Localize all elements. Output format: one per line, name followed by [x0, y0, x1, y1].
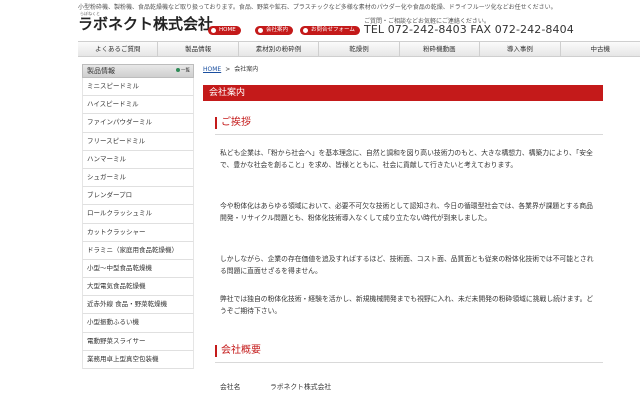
main-content: HOME > 会社案内 会社案内 ご挨拶 私ども企業は、「粉から社会へ」を基本理念に…	[203, 64, 603, 363]
sidebar-item[interactable]: ファインパウダーミル	[82, 114, 194, 133]
overview-divider	[215, 362, 603, 363]
sidebar-item[interactable]: 業務用卓上型真空包装機	[82, 350, 194, 369]
sidebar-item[interactable]: フリースピードミル	[82, 132, 194, 151]
greeting-heading: ご挨拶	[215, 117, 251, 129]
header-tagline: 小型粉砕機、製粉機、食品乾燥機など取り扱っております。食品、野菜や鉱石、プラスチ…	[78, 4, 557, 11]
sidebar: 製品情報 一覧 ミニスピードミル ハイスピードミル ファインパウダーミル フリー…	[82, 64, 194, 369]
sidebar-item[interactable]: ロールクラッシュミル	[82, 205, 194, 224]
sidebar-item[interactable]: カットクラッシャー	[82, 223, 194, 242]
mail-icon	[303, 28, 308, 33]
home-button-label: HOME	[219, 27, 236, 33]
greeting-paragraph: 私ども企業は、「粉から社会へ」を基本理念に、自然と調和を図り高い技術力のもと、大…	[220, 149, 593, 170]
sidebar-item[interactable]: 電動野菜スライサー	[82, 332, 194, 351]
nav-item-products[interactable]: 製品情報	[158, 42, 239, 56]
overview-row: 会社名 ラボネクト株式会社	[220, 381, 598, 391]
overview-value: ラボネクト株式会社	[270, 383, 332, 391]
list-dot-icon	[176, 68, 180, 72]
home-icon	[211, 28, 216, 33]
contact-form-button[interactable]: お問合せフォーム	[300, 26, 360, 35]
breadcrumb-separator: >	[225, 66, 231, 73]
breadcrumb-current: 会社案内	[234, 66, 259, 73]
breadcrumb: HOME > 会社案内	[203, 64, 603, 74]
nav-item-used-machines[interactable]: 中古機	[561, 42, 640, 56]
global-nav: よくあるご質問 製品情報 素材別の粉砕例 乾燥例 粉砕機動画 導入事例 中古機	[78, 41, 640, 57]
sidebar-item[interactable]: シュガーミル	[82, 168, 194, 188]
sidebar-item[interactable]: ミニスピードミル	[82, 78, 194, 97]
building-icon	[258, 28, 263, 33]
overview-label: 会社名	[220, 383, 241, 391]
greeting-paragraph: しかしながら、企業の存在価値を追及すればするほど、技術面、コスト面、品質面とも従…	[220, 255, 594, 276]
sidebar-item[interactable]: 近赤外線 食品・野菜乾燥機	[82, 296, 194, 315]
sidebar-item[interactable]: 小型～中型食品乾燥機	[82, 259, 194, 279]
sidebar-list-label: 一覧	[181, 68, 190, 74]
sidebar-item[interactable]: ドラミニ（家庭用食品乾燥機）	[82, 241, 194, 260]
nav-item-grinding-examples[interactable]: 素材別の粉砕例	[239, 42, 320, 56]
greeting-paragraph: 今や粉体化はあらゆる領域において、必要不可欠な技術として認知され、今日の循環型社…	[220, 202, 593, 223]
phone-fax: TEL 072-242-8403 FAX 072-242-8404	[364, 23, 574, 36]
greeting-paragraph: 弊社では独自の粉体化技術・経験を活かし、新規機械開発までも視野に入れ、未だ未開発…	[220, 295, 594, 316]
nav-item-faq[interactable]: よくあるご質問	[78, 42, 159, 56]
sidebar-item[interactable]: ハンマーミル	[82, 150, 194, 169]
sidebar-header: 製品情報 一覧	[82, 64, 194, 78]
home-button[interactable]: HOME	[208, 26, 241, 35]
company-logo[interactable]: ラボネクト株式会社	[78, 13, 213, 34]
sidebar-item[interactable]: 小型振動ふるい機	[82, 314, 194, 333]
page-title: 会社案内	[203, 85, 603, 101]
sidebar-title: 製品情報	[87, 67, 115, 75]
company-button[interactable]: 会社案内	[255, 26, 294, 35]
sidebar-item[interactable]: ブレンダープロ	[82, 187, 194, 206]
sidebar-list-button[interactable]: 一覧	[176, 68, 190, 75]
nav-item-drying-examples[interactable]: 乾燥例	[319, 42, 400, 56]
breadcrumb-home-link[interactable]: HOME	[203, 66, 221, 73]
company-button-label: 会社案内	[266, 27, 289, 33]
greeting-divider	[215, 134, 603, 135]
nav-item-videos[interactable]: 粉砕機動画	[400, 42, 481, 56]
nav-item-case-studies[interactable]: 導入事例	[480, 42, 561, 56]
sidebar-item[interactable]: ハイスピードミル	[82, 96, 194, 115]
overview-heading: 会社概要	[215, 345, 261, 357]
sidebar-item[interactable]: 大型電気食品乾燥機	[82, 278, 194, 297]
contact-form-button-label: お問合せフォーム	[311, 27, 355, 33]
